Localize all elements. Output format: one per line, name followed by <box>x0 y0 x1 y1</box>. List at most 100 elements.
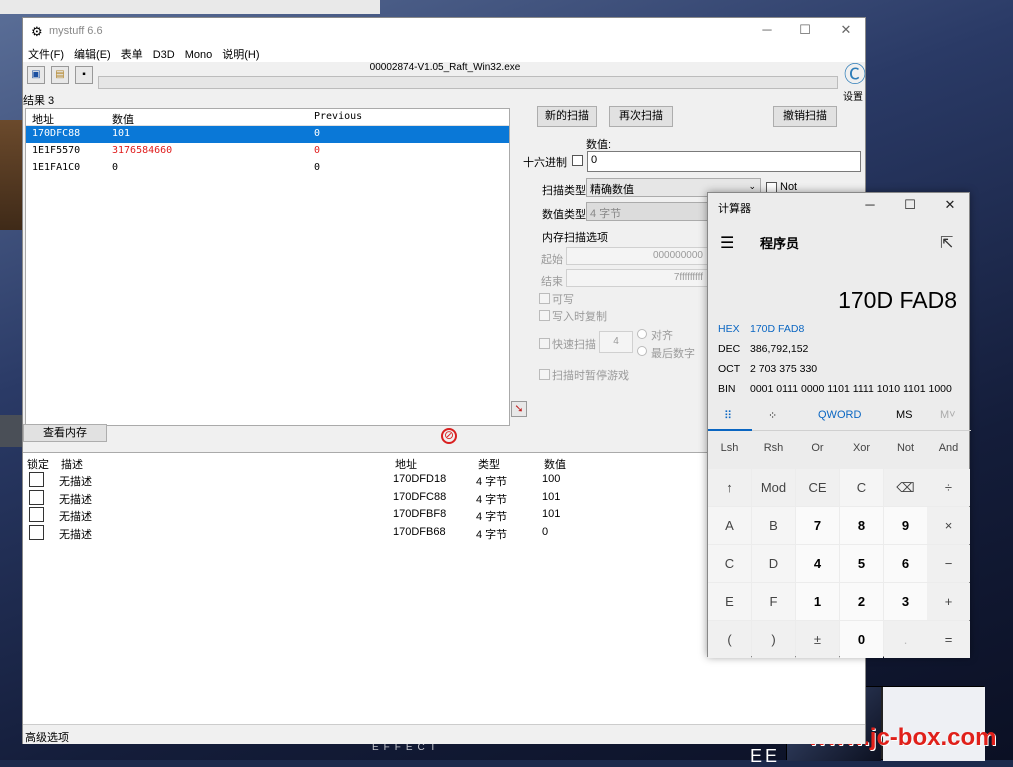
lock-checkbox[interactable] <box>29 524 44 540</box>
last-digit-radio[interactable] <box>637 346 647 356</box>
calc-key-r1c0[interactable]: A <box>708 507 751 544</box>
writable-checkbox[interactable] <box>539 293 550 304</box>
calc-key-r4c4[interactable]: . <box>884 621 927 658</box>
calc-key-lsh[interactable]: Lsh <box>708 437 751 467</box>
add-address-arrow-icon[interactable]: ➘ <box>511 401 527 417</box>
calc-key-r4c5[interactable]: = <box>927 621 970 658</box>
radix-dec[interactable]: DEC 386,792,152 <box>718 343 808 355</box>
result-row[interactable]: 1E1FA1C0 0 0 <box>26 160 509 177</box>
next-scan-button[interactable]: 再次扫描 <box>609 106 673 127</box>
calc-mode-bar: ⠿ ⁘ QWORD MS M˅ <box>708 399 971 431</box>
fast-scan-input[interactable]: 4 <box>599 331 633 353</box>
hamburger-menu-icon[interactable]: ☰ <box>720 233 734 253</box>
calc-key-xor[interactable]: Xor <box>840 437 883 467</box>
calc-key-r4c3[interactable]: 0 <box>840 621 883 658</box>
result-row[interactable]: 170DFC88 101 0 <box>26 126 509 143</box>
bit-toggle-icon[interactable]: ⁘ <box>768 409 777 422</box>
result-value: 101 <box>112 128 131 139</box>
row-address: 170DFC88 <box>393 490 447 503</box>
new-scan-button[interactable]: 新的扫描 <box>537 106 597 127</box>
calc-display: 170D FAD8 <box>838 287 957 313</box>
memory-store-button[interactable]: MS <box>896 409 913 421</box>
col-value[interactable]: 数值 <box>112 111 134 127</box>
calc-key-r1c3[interactable]: 8 <box>840 507 883 544</box>
minimize-button[interactable]: ─ <box>757 22 777 37</box>
col-address[interactable]: 地址 <box>32 111 54 127</box>
menu-edit[interactable]: 编辑(E) <box>69 44 116 62</box>
radix-oct[interactable]: OCT 2 703 375 330 <box>718 363 817 375</box>
calc-key-r0c3[interactable]: C <box>840 469 883 506</box>
calc-key-r2c2[interactable]: 4 <box>796 545 839 582</box>
start-input[interactable]: 000000000 <box>566 247 708 265</box>
calc-key-r3c1[interactable]: F <box>752 583 795 620</box>
radix-hex[interactable]: HEX 170D FAD8 <box>718 323 804 335</box>
radix-bin[interactable]: BIN 0001 0111 0000 1101 1111 1010 1101 10… <box>718 383 952 395</box>
calc-key-r1c2[interactable]: 7 <box>796 507 839 544</box>
value-type-select[interactable]: 4 字节 <box>586 202 708 221</box>
calc-close-button[interactable]: ✕ <box>940 197 960 213</box>
calc-key-r0c4[interactable]: ⌫ <box>884 469 927 506</box>
calc-key-r1c1[interactable]: B <box>752 507 795 544</box>
calc-key-r4c2[interactable]: ± <box>796 621 839 658</box>
calc-key-r2c5[interactable]: − <box>927 545 970 582</box>
menu-help[interactable]: 说明(H) <box>217 44 264 62</box>
close-button[interactable]: ✕ <box>836 22 856 38</box>
calc-key-not[interactable]: Not <box>884 437 927 467</box>
calc-minimize-button[interactable]: ─ <box>860 197 880 212</box>
view-memory-button[interactable]: 查看内存 <box>23 424 107 442</box>
calc-key-r4c0[interactable]: ( <box>708 621 751 658</box>
calc-key-r3c2[interactable]: 1 <box>796 583 839 620</box>
word-size-button[interactable]: QWORD <box>818 409 861 421</box>
menu-file[interactable]: 文件(F) <box>23 44 69 62</box>
align-radio[interactable] <box>637 329 647 339</box>
calc-maximize-button[interactable]: ☐ <box>900 197 920 213</box>
calc-key-r1c4[interactable]: 9 <box>884 507 927 544</box>
calc-key-r3c4[interactable]: 3 <box>884 583 927 620</box>
row-address: 170DFB68 <box>393 525 446 538</box>
calc-key-r4c1[interactable]: ) <box>752 621 795 658</box>
col-previous[interactable]: Previous <box>314 111 362 122</box>
settings-logo-icon: Ⓒ <box>843 62 866 87</box>
calc-key-r2c0[interactable]: C <box>708 545 751 582</box>
calc-key-r2c4[interactable]: 6 <box>884 545 927 582</box>
result-previous: 0 <box>314 162 321 173</box>
calc-key-rsh[interactable]: Rsh <box>752 437 795 467</box>
end-input[interactable]: 7fffffffff <box>566 269 708 287</box>
advanced-options-bar[interactable]: 高级选项 <box>23 724 865 744</box>
calc-key-r3c5[interactable]: + <box>927 583 970 620</box>
menu-table[interactable]: 表单 <box>116 44 148 62</box>
calc-title: 计算器 <box>718 203 751 215</box>
calc-key-r2c1[interactable]: D <box>752 545 795 582</box>
calc-key-r1c5[interactable]: × <box>927 507 970 544</box>
calc-key-and[interactable]: And <box>927 437 970 467</box>
clear-list-icon[interactable]: ⊘ <box>441 428 457 444</box>
maximize-button[interactable]: ☐ <box>795 22 815 38</box>
calc-key-r0c1[interactable]: Mod <box>752 469 795 506</box>
scan-type-value: 精确数值 <box>590 184 634 196</box>
pause-game-label: 扫描时暂停游戏 <box>552 370 629 382</box>
menu-d3d[interactable]: D3D <box>148 47 180 61</box>
fast-scan-label: 快速扫描 <box>552 339 596 351</box>
calc-key-r2c3[interactable]: 5 <box>840 545 883 582</box>
calc-key-r0c2[interactable]: CE <box>796 469 839 506</box>
result-row[interactable]: 1E1F5570 3176584660 0 <box>26 143 509 160</box>
full-keypad-icon[interactable]: ⠿ <box>724 409 732 422</box>
lock-checkbox[interactable] <box>29 507 44 522</box>
lock-checkbox[interactable] <box>29 489 44 505</box>
undo-scan-button[interactable]: 撤销扫描 <box>773 106 837 127</box>
lock-checkbox[interactable] <box>29 472 44 487</box>
calc-key-r0c5[interactable]: ÷ <box>927 469 970 506</box>
calc-key-or[interactable]: Or <box>796 437 839 467</box>
pause-game-checkbox[interactable] <box>539 369 550 380</box>
value-input[interactable]: 0 <box>587 151 861 172</box>
calc-key-r3c3[interactable]: 2 <box>840 583 883 620</box>
fast-scan-checkbox[interactable] <box>539 338 550 349</box>
results-list[interactable]: 地址 数值 Previous 170DFC88 101 0 1E1F5570 3… <box>25 108 510 426</box>
menu-mono[interactable]: Mono <box>180 47 218 61</box>
calc-key-r3c0[interactable]: E <box>708 583 751 620</box>
copy-on-write-checkbox[interactable] <box>539 310 550 321</box>
settings-button[interactable]: Ⓒ 设置 <box>843 62 867 103</box>
calc-key-r0c0[interactable]: ↑ <box>708 469 751 506</box>
memory-button[interactable]: M˅ <box>940 409 956 421</box>
hex-checkbox[interactable] <box>572 155 583 166</box>
